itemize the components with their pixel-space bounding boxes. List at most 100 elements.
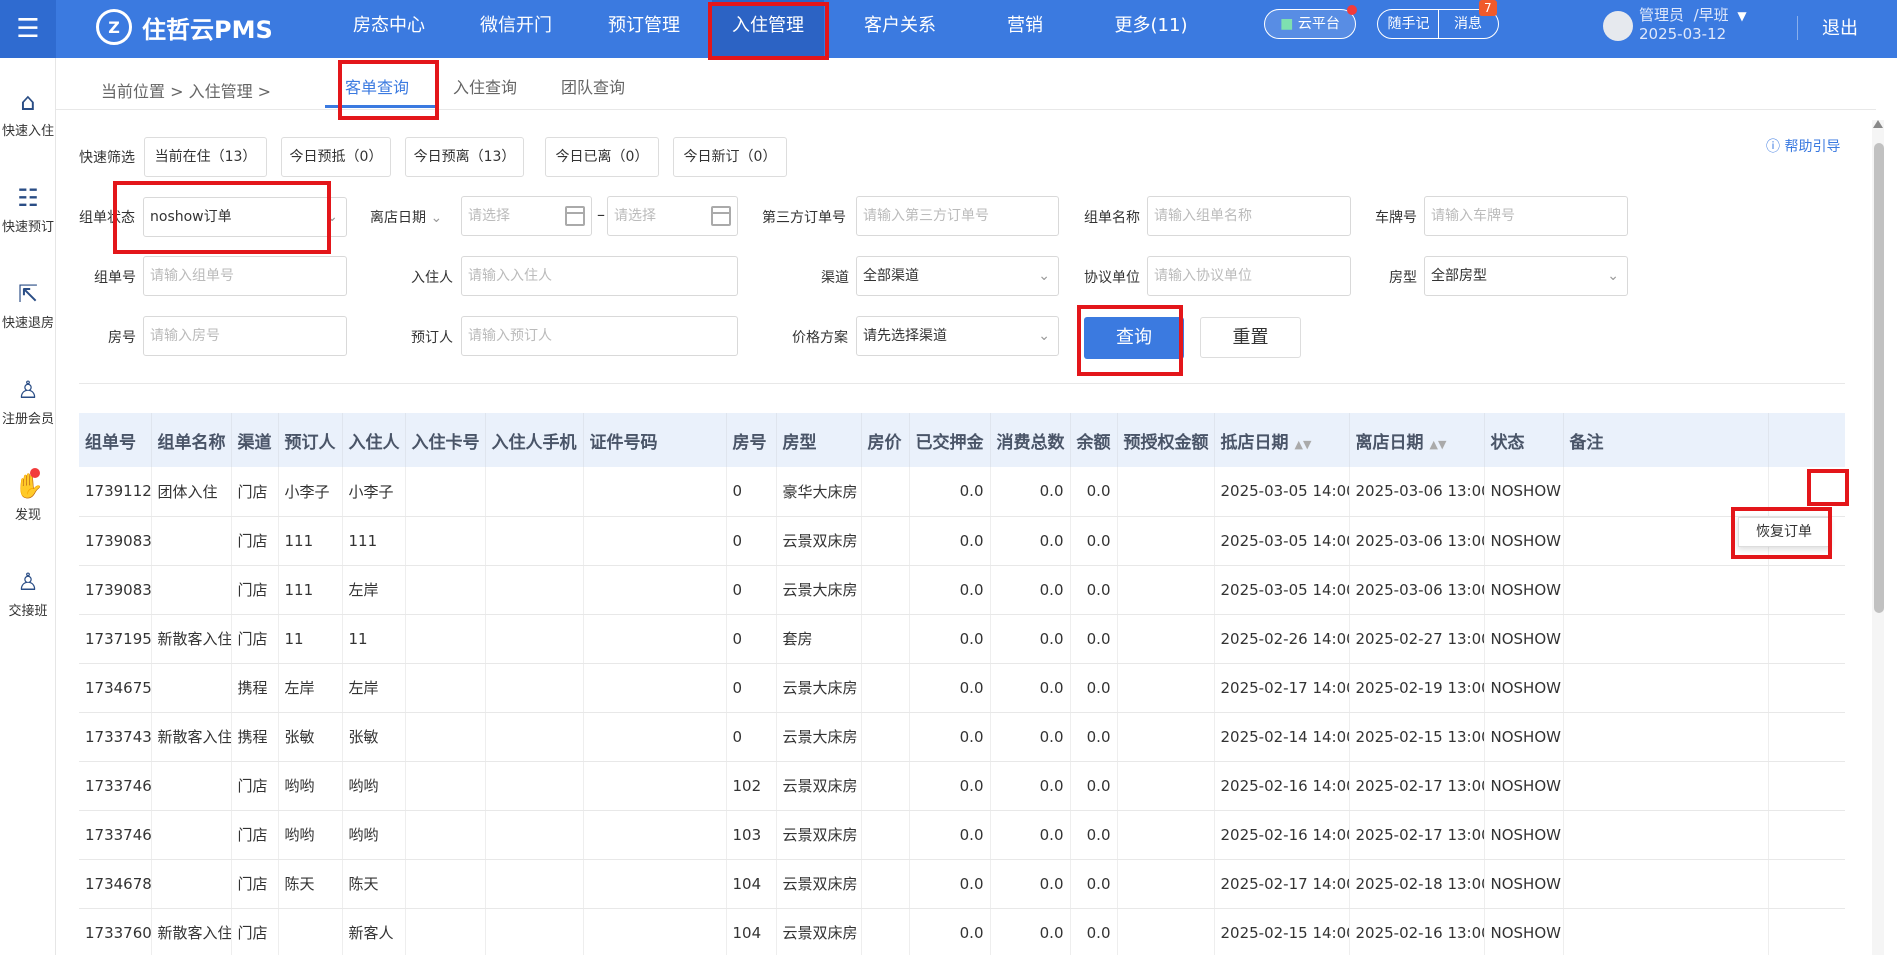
sidebar-item-quick-checkout[interactable]: ⇱ 快速退房: [0, 280, 56, 331]
table-cell: 111: [278, 565, 343, 615]
table-cell: 11: [278, 614, 343, 664]
quick-filter-departed-today[interactable]: 今日已离（0）: [545, 137, 659, 177]
table-cell: 0.0: [990, 712, 1071, 762]
table-cell: 团体入住: [151, 467, 232, 517]
nav-marketing[interactable]: 营销: [990, 0, 1060, 58]
quick-filter-new-today[interactable]: 今日新订（0）: [673, 137, 787, 177]
col-arrival-date[interactable]: 抵店日期 ▲▼: [1214, 413, 1350, 467]
reset-button[interactable]: 重置: [1200, 317, 1301, 358]
quick-filter-arriving-today[interactable]: 今日预抵（0）: [281, 137, 391, 177]
table-cell: 豪华大床房: [776, 467, 862, 517]
table-cell: [583, 614, 727, 664]
price-plan-select[interactable]: 请先选择渠道 ⌄: [856, 316, 1059, 356]
app-logo[interactable]: Z 住哲云PMS: [96, 9, 273, 45]
quick-filter-in-house[interactable]: 当前在住（13）: [144, 137, 267, 177]
channel-select[interactable]: 全部渠道 ⌄: [856, 256, 1059, 296]
table-cell: [583, 663, 727, 713]
table-cell: 0.0: [1070, 467, 1118, 517]
table-cell: 111: [278, 516, 343, 566]
table-row: 1739083 门店 111 左岸 0 云景大床房 0.0 0.0 0.0 2025-03-05 …: [79, 565, 1845, 615]
table-row: 1734675 携程 左岸 左岸 0 云景大床房 0.0 0.0 0.0 2025-02-17 1…: [79, 663, 1845, 713]
table-cell: 门店: [231, 810, 279, 860]
annotation-box: [338, 60, 439, 120]
sidebar-item-quick-checkin[interactable]: ⌂ 快速入住: [0, 88, 56, 139]
sidebar-item-register-member[interactable]: ♙ 注册会员: [0, 376, 56, 427]
app-name: 住哲云PMS: [142, 15, 273, 44]
table-cell: [861, 761, 910, 811]
table-cell: [1117, 712, 1215, 762]
booker-label: 预订人: [411, 330, 453, 346]
table-cell: 套房: [776, 614, 862, 664]
nav-room-status[interactable]: 房态中心: [338, 0, 440, 58]
table-cell: 携程: [231, 663, 279, 713]
table-cell: 门店: [231, 859, 279, 909]
chevron-down-icon: ⌄: [430, 210, 443, 226]
col-id-number: 证件号码: [583, 413, 727, 467]
departure-date-label[interactable]: 离店日期 ⌄: [370, 207, 442, 227]
col-departure-date[interactable]: 离店日期 ▲▼: [1349, 413, 1485, 467]
table-cell: [485, 810, 584, 860]
user-info[interactable]: 管理员 /早班 ▼ 2025-03-12: [1639, 6, 1747, 43]
checkout-icon: ⇱: [17, 280, 39, 308]
table-cell: NOSHOW: [1484, 859, 1564, 909]
help-guide-link[interactable]: ⓘ 帮助引导: [1766, 136, 1840, 156]
plate-number-input[interactable]: 请输入车牌号: [1424, 196, 1628, 236]
table-cell: 0.0: [990, 908, 1071, 955]
table-cell: 1739112: [79, 467, 152, 517]
booker-input[interactable]: 请输入预订人: [461, 316, 738, 356]
scroll-up-icon[interactable]: [1873, 120, 1883, 128]
date-placeholder: 请选择: [468, 208, 510, 224]
sort-icon[interactable]: ▲▼: [1430, 438, 1447, 451]
room-type-select[interactable]: 全部房型 ⌄: [1424, 256, 1628, 296]
nav-reservation[interactable]: 预订管理: [593, 0, 695, 58]
tab-group-query[interactable]: 团队查询: [561, 74, 625, 98]
room-number-input[interactable]: 请输入房号: [143, 316, 347, 356]
quick-filter-departing-today[interactable]: 今日预离（13）: [405, 137, 524, 177]
notes-button[interactable]: 随手记: [1379, 10, 1439, 38]
agreement-unit-input[interactable]: 请输入协议单位: [1147, 256, 1351, 296]
departure-date-start[interactable]: 请选择: [461, 196, 592, 236]
table-cell: [405, 712, 486, 762]
tab-checkin-query[interactable]: 入住查询: [453, 74, 517, 98]
guest-input[interactable]: 请输入入住人: [461, 256, 738, 296]
sidebar-item-label: 发现: [14, 508, 41, 523]
table-cell: [405, 810, 486, 860]
table-cell: 陈天: [342, 859, 406, 909]
departure-date-end[interactable]: 请选择: [607, 196, 738, 236]
nav-wechat-door[interactable]: 微信开门: [465, 0, 567, 58]
table-cell: 2025-02-19 13:00: [1349, 663, 1485, 713]
table-cell: [151, 859, 232, 909]
group-number-input[interactable]: 请输入组单号: [143, 256, 347, 296]
logout-button[interactable]: 退出: [1822, 14, 1858, 40]
table-cell: [861, 810, 910, 860]
sidebar-item-quick-booking[interactable]: ☷ 快速预订: [0, 184, 56, 235]
table-cell: [583, 859, 727, 909]
nav-customer-relations[interactable]: 客户关系: [849, 0, 951, 58]
order-table: 组单号 组单名称 渠道 预订人 入住人 入住卡号 入住人手机 证件号码 房号 房…: [79, 413, 1845, 955]
third-party-order-input[interactable]: 请输入第三方订单号: [856, 196, 1059, 236]
col-card-number: 入住卡号: [405, 413, 486, 467]
table-row: 1733746 门店 哟哟 哟哟 102 云景双床房 0.0 0.0 0.0 2025-02-16…: [79, 761, 1845, 811]
table-cell: [583, 565, 727, 615]
sort-icon[interactable]: ▲▼: [1295, 438, 1312, 451]
table-cell: 0.0: [1070, 712, 1118, 762]
table-cell: 0.0: [990, 565, 1071, 615]
menu-toggle-icon[interactable]: ☰: [0, 0, 56, 58]
nav-more[interactable]: 更多(11): [1100, 0, 1202, 58]
table-cell: [861, 614, 910, 664]
table-cell: [405, 859, 486, 909]
table-cell: 携程: [231, 712, 279, 762]
group-name-input[interactable]: 请输入组单名称: [1147, 196, 1351, 236]
avatar[interactable]: [1603, 11, 1633, 41]
cloud-platform-button[interactable]: ■ 云平台: [1264, 9, 1356, 39]
table-cell: [861, 663, 910, 713]
notification-dot: [30, 468, 40, 478]
table-cell: 哟哟: [342, 761, 406, 811]
message-count-badge: 7: [1479, 0, 1497, 16]
table-cell: [485, 761, 584, 811]
scrollbar-thumb[interactable]: [1874, 143, 1884, 613]
sidebar-item-discover[interactable]: ✋ 发现: [0, 472, 56, 523]
table-cell: 0: [726, 565, 777, 615]
table-cell: 2025-02-16 13:00: [1349, 908, 1485, 955]
sidebar-item-shift-handover[interactable]: ♙ 交接班: [0, 568, 56, 619]
